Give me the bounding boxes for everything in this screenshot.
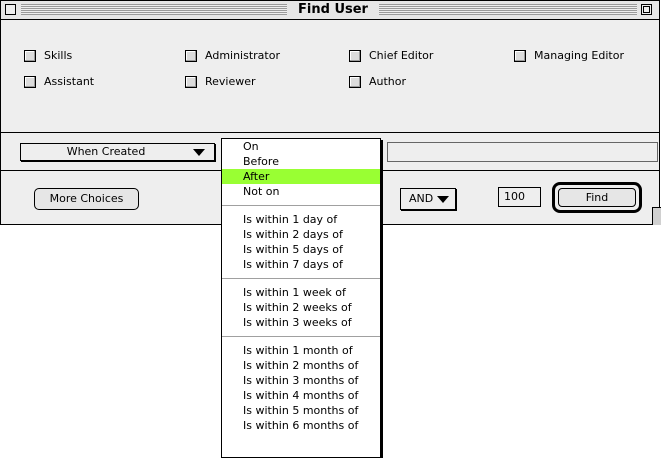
menu-item-within-1-month[interactable]: Is within 1 month of (222, 343, 380, 358)
menu-item-within-5-months[interactable]: Is within 5 months of (222, 403, 380, 418)
menu-item-within-5-days[interactable]: Is within 5 days of (222, 242, 380, 257)
checkbox-box[interactable] (24, 76, 36, 88)
menu-item-on[interactable]: On (222, 139, 380, 154)
checkbox-chief-editor[interactable]: Chief Editor (349, 48, 433, 64)
checkbox-box[interactable] (185, 50, 197, 62)
menu-item-within-2-months[interactable]: Is within 2 months of (222, 358, 380, 373)
menu-separator (222, 199, 380, 212)
checkbox-label: Skills (44, 49, 73, 62)
menu-item-within-4-months[interactable]: Is within 4 months of (222, 388, 380, 403)
menu-item-within-3-weeks[interactable]: Is within 3 weeks of (222, 315, 380, 330)
checkbox-reviewer[interactable]: Reviewer (185, 74, 256, 90)
close-box[interactable] (5, 4, 16, 15)
checkbox-label: Author (369, 75, 407, 88)
popup-arrow-icon (193, 149, 205, 156)
checkbox-label: Assistant (44, 75, 95, 88)
find-button-default-ring[interactable]: Find (552, 182, 642, 213)
result-limit-field[interactable]: 100 (498, 187, 541, 207)
checkbox-box[interactable] (349, 50, 361, 62)
logic-operator-label: AND (409, 192, 434, 205)
menu-item-within-2-weeks[interactable]: Is within 2 weeks of (222, 300, 380, 315)
more-choices-button[interactable]: More Choices (34, 188, 139, 210)
popup-arrow-icon (437, 196, 449, 203)
checkbox-label: Managing Editor (534, 49, 624, 62)
checkbox-box[interactable] (349, 76, 361, 88)
menu-item-within-2-days[interactable]: Is within 2 days of (222, 227, 380, 242)
menu-item-before[interactable]: Before (222, 154, 380, 169)
checkbox-box[interactable] (24, 50, 36, 62)
criteria-value-field[interactable] (387, 142, 658, 162)
title-bar[interactable]: Find User (1, 1, 659, 20)
find-button[interactable]: Find (558, 188, 636, 207)
checkbox-label: Reviewer (205, 75, 256, 88)
menu-separator (222, 330, 380, 343)
menu-item-not-on[interactable]: Not on (222, 184, 380, 199)
window-title: Find User (287, 2, 379, 18)
menu-item-within-1-day[interactable]: Is within 1 day of (222, 212, 380, 227)
menu-item-within-1-week[interactable]: Is within 1 week of (222, 285, 380, 300)
checkbox-assistant[interactable]: Assistant (24, 74, 94, 90)
checkbox-label: Administrator (205, 49, 280, 62)
menu-item-after-selected[interactable]: After (222, 169, 380, 184)
checkbox-box[interactable] (514, 50, 526, 62)
menu-separator (222, 272, 380, 285)
checkbox-author[interactable]: Author (349, 74, 406, 90)
logic-operator-popup[interactable]: AND (400, 188, 456, 210)
checkbox-label: Chief Editor (369, 49, 434, 62)
date-field-label: When Created (66, 145, 146, 158)
menu-item-within-6-months[interactable]: Is within 6 months of (222, 418, 380, 433)
date-condition-menu: On Before After Not on Is within 1 day o… (221, 138, 381, 458)
menu-item-within-7-days[interactable]: Is within 7 days of (222, 257, 380, 272)
divider-top (1, 132, 659, 133)
menu-item-within-3-months[interactable]: Is within 3 months of (222, 373, 380, 388)
checkbox-administrator[interactable]: Administrator (185, 48, 280, 64)
title-stripes-right (379, 4, 637, 15)
date-field-popup[interactable]: When Created (20, 143, 215, 161)
checkbox-skills[interactable]: Skills (24, 48, 72, 64)
checkbox-managing-editor[interactable]: Managing Editor (514, 48, 624, 64)
checkbox-box[interactable] (185, 76, 197, 88)
grow-box-icon[interactable] (652, 207, 661, 225)
zoom-box[interactable] (641, 4, 652, 15)
title-stripes-left (21, 4, 287, 15)
